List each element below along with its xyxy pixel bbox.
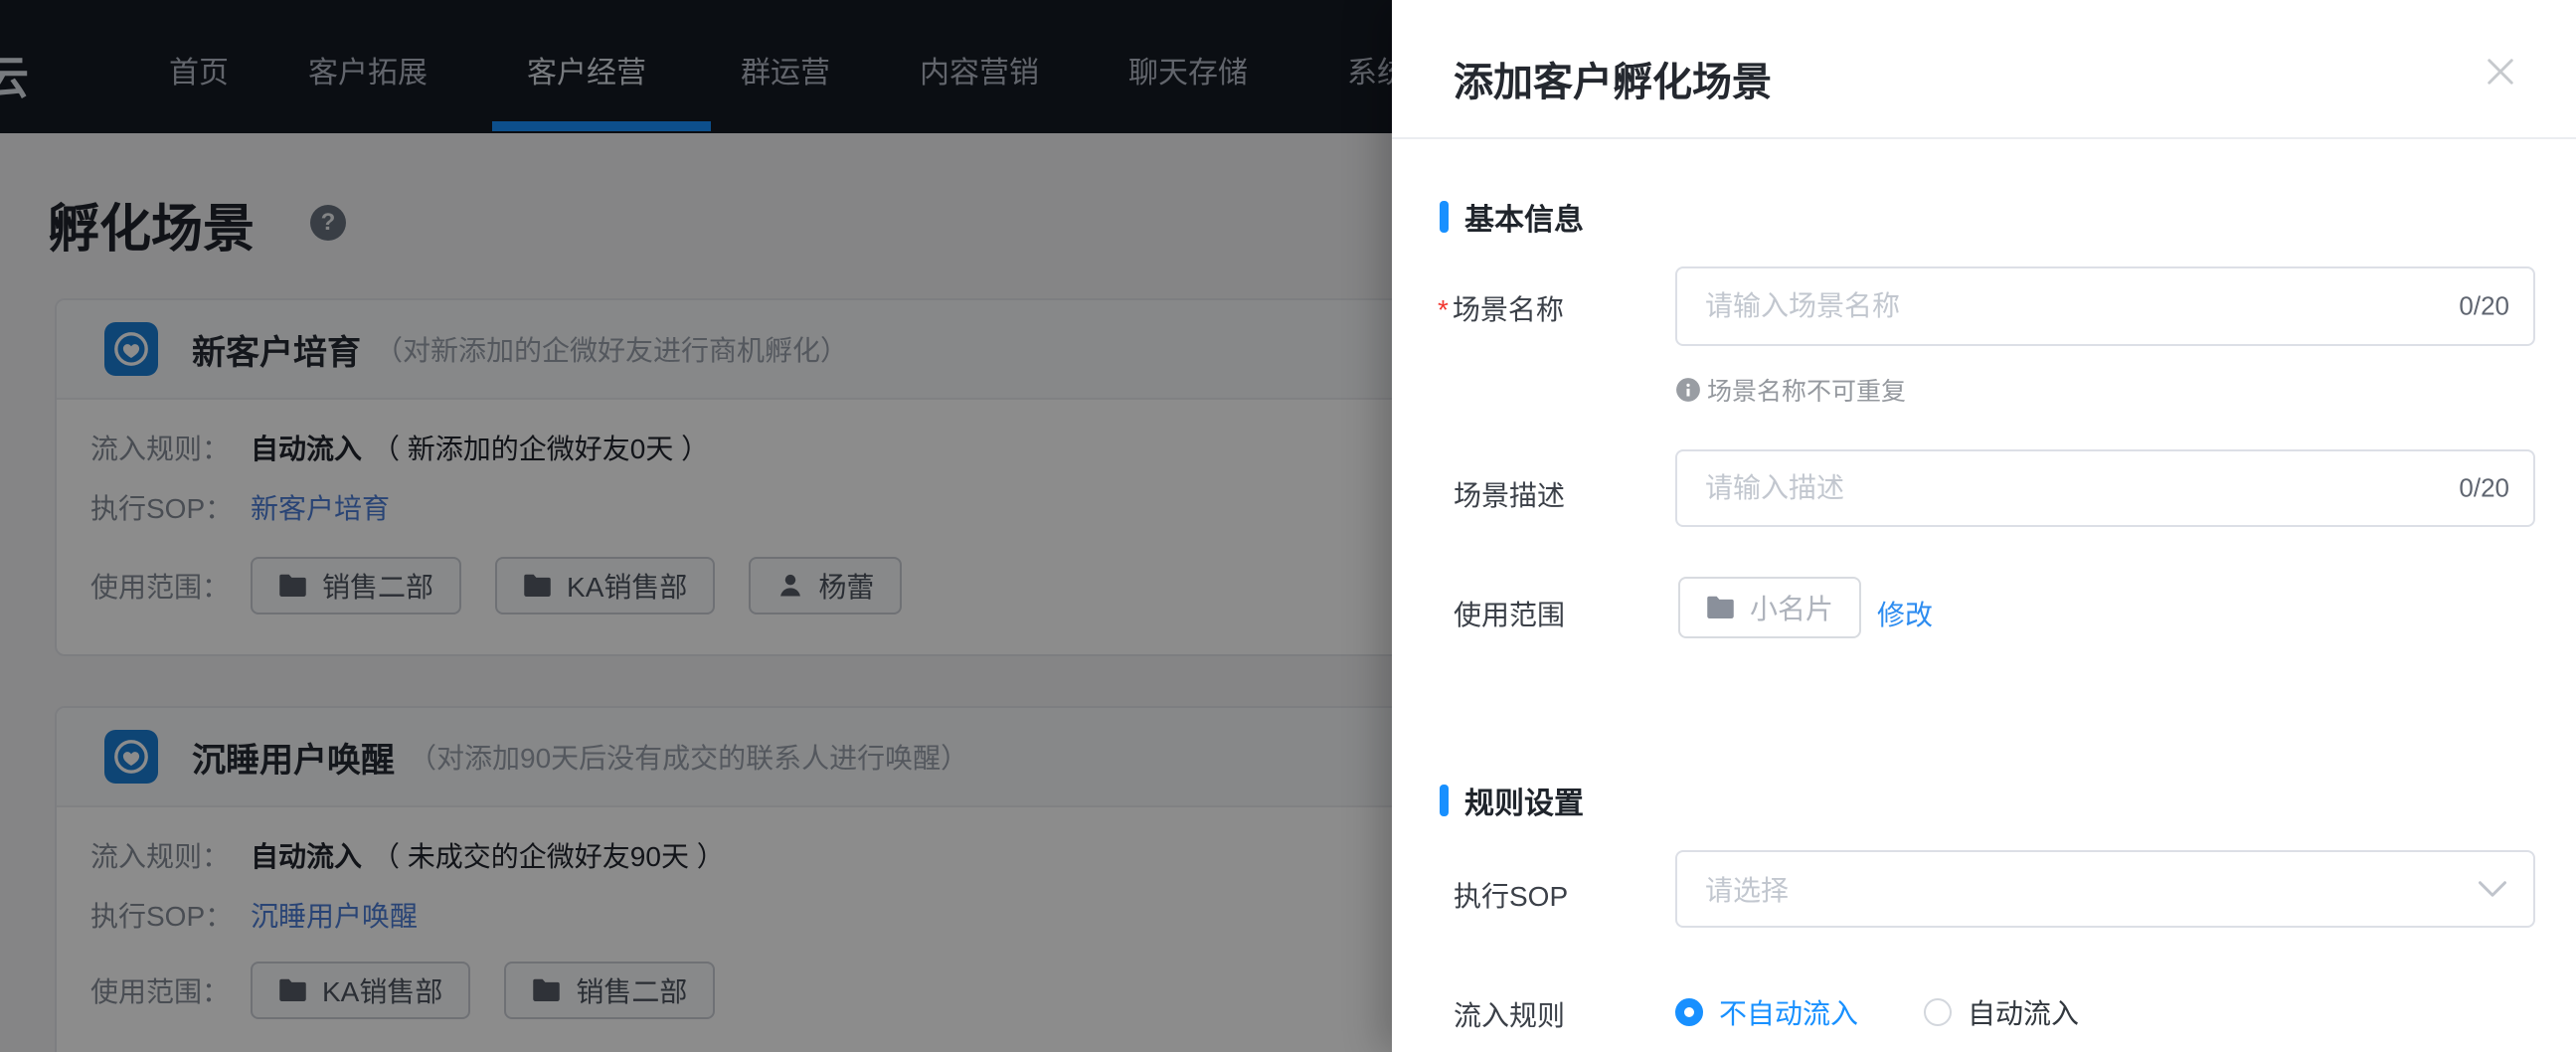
scene-name-hint-text: 场景名称不可重复 [1707,378,1907,406]
radio-selected-icon [1675,998,1703,1026]
radio-auto-inflow[interactable]: 自动流入 [1924,992,2079,1032]
section-accent-bar [1440,785,1449,816]
folder-icon [1707,596,1734,618]
section-heading: 规则设置 [1464,788,1584,820]
section-basic-info: 基本信息 [1440,195,1584,239]
scene-name-hint: 场景名称不可重复 [1675,372,1906,408]
scope-modify-link[interactable]: 修改 [1877,594,1933,633]
scene-name-input[interactable] [1677,268,2533,344]
info-icon [1676,378,1700,402]
sop-select-placeholder: 请选择 [1705,875,1790,906]
radio-unselected-icon [1924,998,1953,1026]
required-asterisk: * [1438,294,1449,325]
section-accent-bar [1440,201,1449,233]
scope-field-label: 使用范围 [1454,600,1566,630]
drawer-title: 添加客户孵化场景 [1454,61,1772,104]
scene-desc-input[interactable] [1677,451,2533,525]
scene-desc-label: 场景描述 [1454,480,1566,511]
scene-desc-counter: 0/20 [2459,472,2509,503]
close-icon[interactable] [2483,54,2518,89]
scene-name-counter: 0/20 [2459,290,2509,321]
inflow-radio-group: 不自动流入 自动流入 [1675,992,2145,1032]
sop-select[interactable]: 请选择 [1675,850,2535,928]
section-heading: 基本信息 [1464,204,1584,237]
chevron-down-icon [2479,881,2506,897]
section-rule-settings: 规则设置 [1440,779,1584,822]
scene-name-label: * 场景名称 [1438,294,1564,325]
scene-name-field: 0/20 [1675,266,2535,346]
sop-field-label: 执行SOP [1454,881,1569,912]
scope-tag-label: 小名片 [1750,594,1834,624]
inflow-field-label: 流入规则 [1454,1000,1566,1031]
scope-selected-tag: 小名片 [1678,577,1862,638]
radio-label: 不自动流入 [1719,998,1859,1029]
radio-no-auto-inflow[interactable]: 不自动流入 [1675,992,1858,1032]
drawer-header: 添加客户孵化场景 [1392,0,2576,139]
radio-label: 自动流入 [1968,998,2080,1029]
add-scenario-drawer: 添加客户孵化场景 基本信息 *场景名称 0/20 场景名称不可重复 场景描述 0… [1392,0,2576,1052]
scene-desc-field: 0/20 [1675,449,2535,527]
